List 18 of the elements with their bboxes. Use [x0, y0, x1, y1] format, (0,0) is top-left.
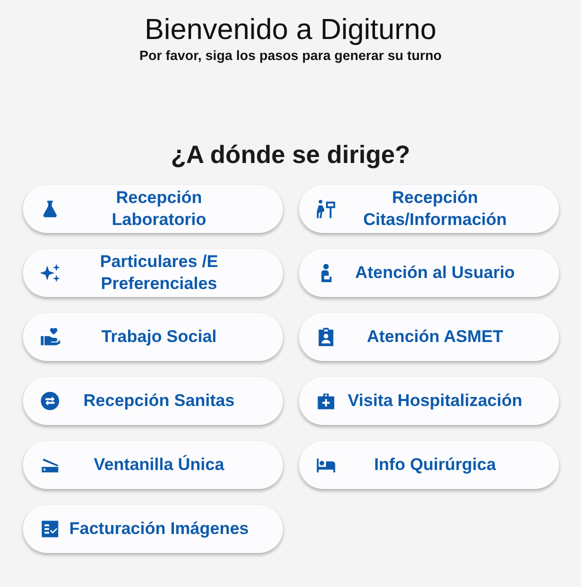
welcome-title: Bienvenido a Digiturno	[144, 14, 436, 47]
swap-arrows-icon	[38, 390, 60, 412]
destination-button[interactable]: Recepción Sanitas	[22, 377, 282, 425]
destination-button[interactable]: Atención al Usuario	[298, 249, 558, 297]
destination-button[interactable]: Ventanilla Única	[22, 441, 282, 489]
destination-button[interactable]: Facturación Imágenes	[22, 505, 282, 553]
subtitle: Por favor, siga los pasos para generar su turno	[139, 48, 442, 63]
destination-button[interactable]: Recepción Citas/Información	[298, 185, 558, 233]
hand-heart-icon	[38, 326, 60, 348]
person-with-sign-icon	[314, 198, 336, 220]
destination-button[interactable]: Atención ASMET	[298, 313, 558, 361]
destination-button[interactable]: Particulares /E Preferenciales	[22, 249, 282, 297]
destination-button[interactable]: Recepción Laboratorio	[22, 185, 282, 233]
sparkles-icon	[38, 262, 60, 284]
question-heading: ¿A dónde se dirige?	[170, 141, 410, 170]
destination-button[interactable]: Trabajo Social	[22, 313, 282, 361]
destination-button[interactable]: Info Quirúrgica	[298, 441, 558, 489]
destination-button[interactable]: Visita Hospitalización	[298, 377, 558, 425]
